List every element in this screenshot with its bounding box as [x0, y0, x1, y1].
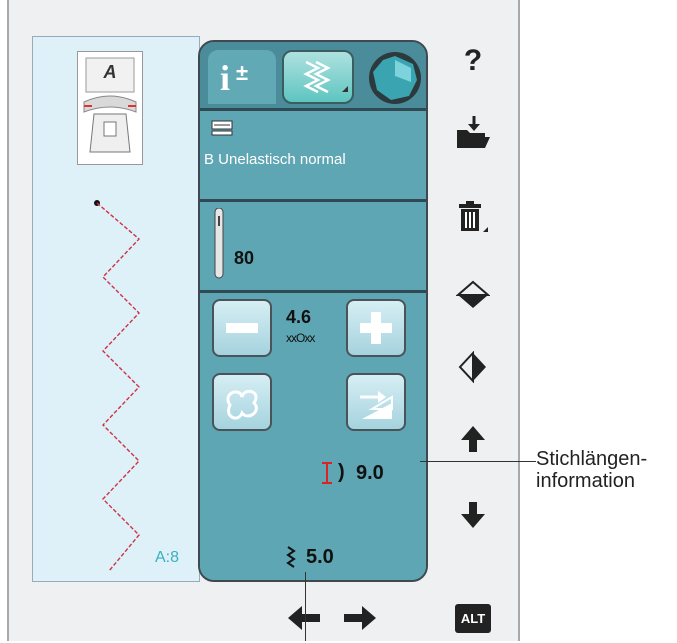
stitch-length-icon [322, 462, 332, 484]
help-icon: ? [463, 44, 483, 77]
stitch-width-value: 4.6 [286, 307, 312, 327]
tab-color[interactable] [366, 50, 424, 106]
free-motion-icon [226, 389, 258, 420]
fabric-icon [211, 120, 233, 136]
increase-width-button[interactable] [346, 299, 406, 357]
svg-text:i: i [220, 58, 230, 98]
alt-label: ALT [454, 603, 492, 633]
needle-size: 80 [234, 248, 255, 268]
next-button[interactable] [340, 598, 380, 638]
tab-info[interactable]: i ± [208, 50, 276, 104]
mirror-side-button[interactable] [452, 274, 494, 316]
stitch-controls-section: 4.6 xxOxx ) 9.0 5.0 [200, 293, 426, 580]
stitch-preview-line [94, 200, 141, 572]
move-up-button[interactable] [452, 418, 494, 460]
save-button[interactable] [452, 112, 494, 154]
stitch-settings-panel: i ± B Unelastisch normal 80 4.6 xxOxx) … [198, 40, 428, 582]
needle-section: 80 [200, 202, 426, 290]
svg-text:±: ± [236, 60, 248, 85]
presser-foot-letter: A [103, 62, 117, 82]
bracket-glyph: ) [338, 461, 345, 483]
fabric-label: B Unelastisch normal [204, 151, 346, 168]
arrow-left-icon [288, 606, 320, 630]
fabric-section: B Unelastisch normal [200, 111, 426, 199]
alt-button[interactable]: ALT [452, 597, 494, 639]
callout-line-length [420, 461, 536, 462]
tapering-icon [360, 391, 393, 419]
minus-icon [226, 323, 258, 333]
presser-foot-icon: A [77, 51, 143, 165]
decrease-width-button[interactable] [212, 299, 272, 357]
mirror-side-icon [456, 280, 490, 308]
tab-stitch[interactable] [282, 50, 354, 104]
needle-icon [214, 208, 224, 279]
stitch-length-value: 9.0 [356, 462, 384, 484]
stitch-density-value: 5.0 [306, 546, 334, 568]
arrow-down-icon [461, 502, 485, 528]
stitch-settings-icon [303, 60, 348, 94]
mirror-end-icon [458, 351, 486, 383]
tab-row: i ± [200, 42, 426, 108]
free-motion-button[interactable] [212, 373, 272, 431]
callout-line-density [305, 572, 306, 641]
stitch-length-callout: Stichlängen- information [536, 448, 648, 492]
move-down-button[interactable] [452, 494, 494, 536]
delete-button[interactable] [452, 196, 494, 238]
mirror-end-button[interactable] [452, 346, 494, 388]
stitch-density-icon [286, 546, 296, 568]
stitch-preview-area: A A:8 [32, 36, 200, 582]
help-button[interactable]: ? [452, 40, 494, 82]
trash-icon [459, 201, 488, 232]
stitch-code: A:8 [155, 549, 180, 566]
info-plus-minus-icon: i ± [220, 58, 248, 98]
arrow-up-icon [461, 426, 485, 452]
arrow-right-icon [344, 606, 376, 630]
plus-icon [360, 312, 392, 344]
previous-button[interactable] [284, 598, 324, 638]
stitch-positioning-symbol: xxOxx [286, 331, 315, 345]
color-gem-icon [369, 52, 421, 104]
folder-save-icon [457, 116, 490, 148]
tapering-button[interactable] [346, 373, 406, 431]
